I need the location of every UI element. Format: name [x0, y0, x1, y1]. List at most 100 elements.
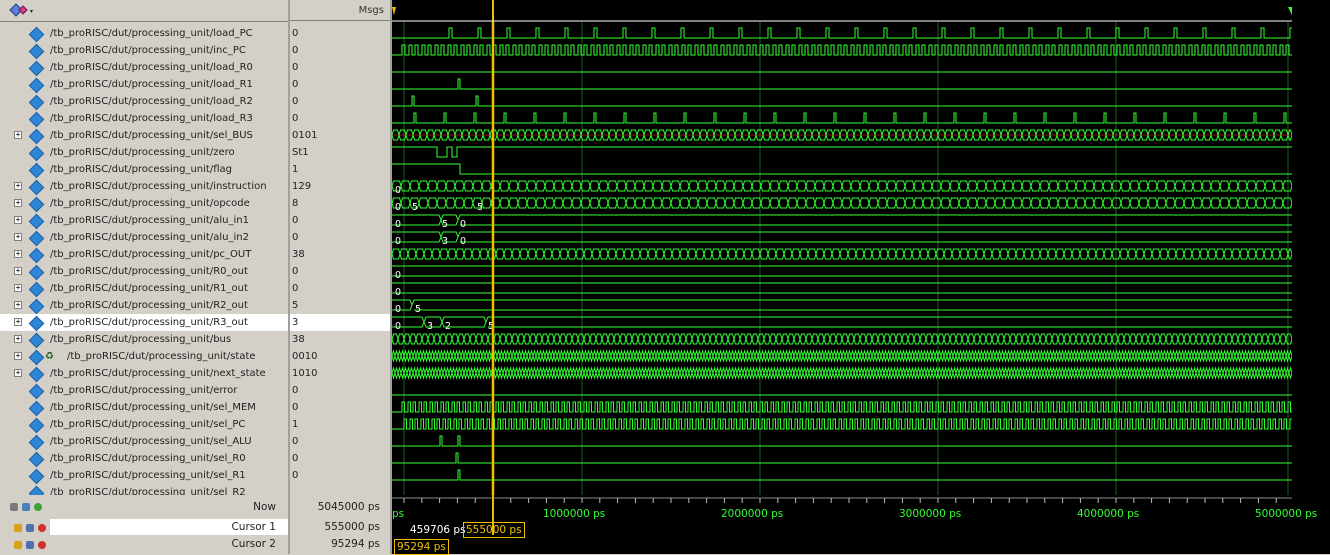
signal-name: /tb_proRISC/dut/processing_unit/load_R3	[50, 113, 253, 124]
bus-label-alu-in2-2: 0	[460, 236, 466, 247]
cursor-1-label[interactable]: Cursor 1	[231, 521, 276, 533]
signal-name: /tb_proRISC/dut/processing_unit/alu_in1	[50, 215, 249, 226]
ruler-ticks	[403, 498, 1277, 503]
wave-toolbar-icon[interactable]	[8, 2, 38, 20]
time-ruler[interactable]: ps 1000000 ps 2000000 ps 3000000 ps 4000…	[392, 495, 1330, 555]
expand-icon[interactable]: +	[14, 318, 22, 326]
expand-icon[interactable]: +	[14, 352, 22, 360]
wave-pc-out	[392, 248, 1292, 260]
signal-row[interactable]: + /tb_proRISC/dut/processing_unit/next_s…	[0, 365, 288, 383]
expand-icon[interactable]: +	[14, 250, 22, 258]
signal-value: 38	[292, 249, 305, 260]
edit-cursor-icon[interactable]	[22, 503, 30, 511]
expand-icon[interactable]: +	[14, 284, 22, 292]
signal-row[interactable]: /tb_proRISC/dut/processing_unit/zero	[0, 144, 288, 162]
signal-name: /tb_proRISC/dut/processing_unit/zero	[50, 147, 235, 158]
expand-icon[interactable]: +	[14, 233, 22, 241]
signal-row[interactable]: + /tb_proRISC/dut/processing_unit/alu_in…	[0, 212, 288, 230]
signal-name: /tb_proRISC/dut/processing_unit/pc_OUT	[50, 249, 252, 260]
signal-row[interactable]: + /tb_proRISC/dut/processing_unit/bus	[0, 331, 288, 349]
signal-name: /tb_proRISC/dut/processing_unit/sel_ALU	[50, 436, 252, 447]
insert-cursor-icon[interactable]	[34, 503, 42, 511]
signal-row[interactable]: + /tb_proRISC/dut/processing_unit/instru…	[0, 178, 288, 196]
wave-state	[392, 349, 1292, 363]
delete-cursor-icon[interactable]	[38, 541, 46, 549]
bus-label-alu-in2-0: 0	[395, 236, 401, 247]
signal-value: 1	[292, 164, 299, 175]
wrench-icon[interactable]	[26, 524, 34, 532]
expand-icon[interactable]: +	[14, 199, 22, 207]
signal-row[interactable]: /tb_proRISC/dut/processing_unit/sel_R1	[0, 467, 288, 485]
waveform-area[interactable]: 0 0 5 5 0 5 0 0 3 0 0 0 0 5 0 3 2 5	[392, 22, 1292, 495]
expand-icon[interactable]: +	[14, 267, 22, 275]
signal-value: 0	[292, 232, 299, 243]
ruler-tick-label: 1000000 ps	[543, 508, 606, 520]
wave-sel-r1	[392, 469, 1292, 481]
signal-row[interactable]: /tb_proRISC/dut/processing_unit/load_R1	[0, 76, 288, 94]
signal-value: 0	[292, 436, 299, 447]
signal-value: 0	[292, 470, 299, 481]
wave-alu-in1	[392, 214, 1292, 226]
signal-row[interactable]: /tb_proRISC/dut/processing_unit/load_PC	[0, 25, 288, 43]
signal-row[interactable]: + /tb_proRISC/dut/processing_unit/R2_out	[0, 297, 288, 315]
signal-value: St1	[292, 147, 309, 158]
signal-value: 0	[292, 453, 299, 464]
signal-name: /tb_proRISC/dut/processing_unit/R3_out	[50, 317, 248, 328]
signal-row[interactable]: + ♻ /tb_proRISC/dut/processing_unit/stat…	[0, 348, 288, 366]
wave-flag	[392, 163, 1292, 175]
signal-row[interactable]: + /tb_proRISC/dut/processing_unit/sel_BU…	[0, 127, 288, 145]
zoom-start-marker[interactable]	[392, 7, 396, 15]
signal-name: /tb_proRISC/dut/processing_unit/alu_in2	[50, 232, 249, 243]
cursor-2-label[interactable]: Cursor 2	[231, 538, 276, 550]
wrench-icon[interactable]	[26, 541, 34, 549]
expand-icon[interactable]: +	[14, 335, 22, 343]
expand-icon[interactable]: +	[14, 369, 22, 377]
signal-row[interactable]: /tb_proRISC/dut/processing_unit/flag	[0, 161, 288, 179]
expand-icon[interactable]: +	[14, 131, 22, 139]
expand-icon[interactable]: +	[14, 182, 22, 190]
signal-row[interactable]: /tb_proRISC/dut/processing_unit/load_R2	[0, 93, 288, 111]
lock-icon[interactable]	[14, 541, 22, 549]
now-label: Now	[253, 501, 276, 513]
wave-r1-out	[392, 282, 1292, 294]
cursor-2-marker[interactable]: 95294 ps	[394, 539, 449, 555]
bus-label-alu-in1-1: 5	[442, 219, 448, 230]
signal-value: 38	[292, 334, 305, 345]
signal-row[interactable]: + /tb_proRISC/dut/processing_unit/pc_OUT	[0, 246, 288, 264]
cursor-1-marker[interactable]: 555000 ps	[463, 522, 525, 538]
expand-icon[interactable]: +	[14, 301, 22, 309]
lock-icon[interactable]	[14, 524, 22, 532]
expand-icon[interactable]: +	[14, 216, 22, 224]
signal-row[interactable]: /tb_proRISC/dut/processing_unit/error	[0, 382, 288, 400]
signal-row[interactable]: + /tb_proRISC/dut/processing_unit/opcode	[0, 195, 288, 213]
delete-cursor-icon[interactable]	[38, 524, 46, 532]
waveform-canvas[interactable]: 0 0 5 5 0 5 0 0 3 0 0 0 0 5 0 3 2 5	[392, 22, 1292, 495]
signal-icon	[28, 179, 45, 196]
signal-name: /tb_proRISC/dut/processing_unit/sel_R2	[50, 487, 246, 495]
signal-value: 129	[292, 181, 312, 192]
signal-row[interactable]: + /tb_proRISC/dut/processing_unit/R1_out	[0, 280, 288, 298]
signal-icon	[28, 111, 45, 128]
bus-label-r1-out: 0	[395, 287, 401, 298]
signal-icon	[28, 43, 45, 60]
signal-value: 8	[292, 198, 299, 209]
signal-row[interactable]: + /tb_proRISC/dut/processing_unit/alu_in…	[0, 229, 288, 247]
add-cursor-icon[interactable]	[10, 503, 18, 511]
signal-row[interactable]: /tb_proRISC/dut/processing_unit/load_R3	[0, 110, 288, 128]
signal-icon	[28, 145, 45, 162]
signal-row[interactable]: /tb_proRISC/dut/processing_unit/sel_ALU	[0, 433, 288, 451]
signal-row[interactable]: /tb_proRISC/dut/processing_unit/load_R0	[0, 59, 288, 77]
signal-row-selected[interactable]: + /tb_proRISC/dut/processing_unit/R3_out	[0, 314, 288, 332]
signal-value: 0	[292, 215, 299, 226]
signal-row[interactable]: /tb_proRISC/dut/processing_unit/sel_R0	[0, 450, 288, 468]
signal-row[interactable]: + /tb_proRISC/dut/processing_unit/R0_out	[0, 263, 288, 281]
signal-name: /tb_proRISC/dut/processing_unit/load_R1	[50, 79, 253, 90]
signal-value: 5	[292, 300, 299, 311]
signal-name: /tb_proRISC/dut/processing_unit/next_sta…	[50, 368, 266, 379]
signal-row[interactable]: /tb_proRISC/dut/processing_unit/sel_PC	[0, 416, 288, 434]
cursor-panel: Now Cursor 1 Cursor 2	[0, 495, 288, 554]
signal-row[interactable]: /tb_proRISC/dut/processing_unit/inc_PC	[0, 42, 288, 60]
vertical-scroll-area[interactable]	[1292, 0, 1330, 554]
signal-row[interactable]: /tb_proRISC/dut/processing_unit/sel_R2	[0, 484, 288, 495]
signal-row[interactable]: /tb_proRISC/dut/processing_unit/sel_MEM	[0, 399, 288, 417]
